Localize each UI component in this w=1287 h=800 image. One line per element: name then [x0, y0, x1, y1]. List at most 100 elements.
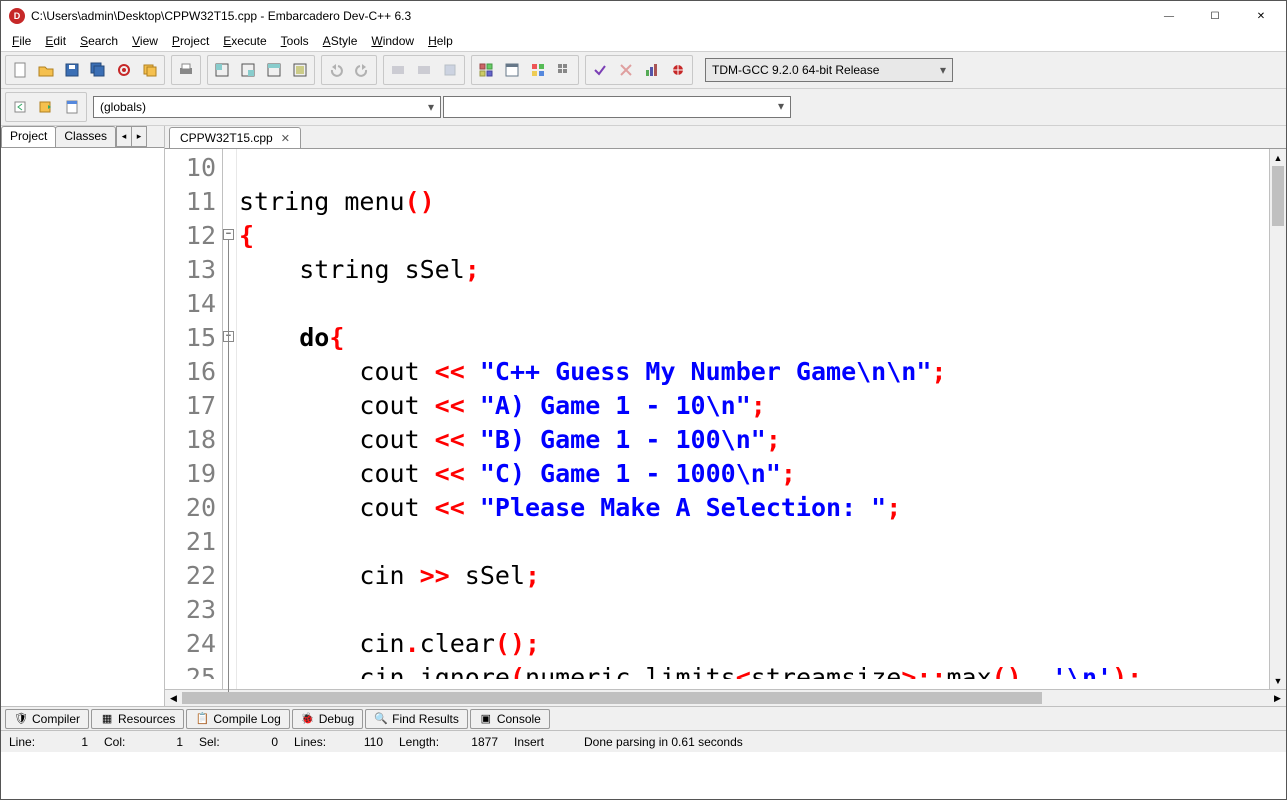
status-line-label: Line:	[9, 735, 35, 749]
save-all-button[interactable]	[85, 57, 111, 83]
bottom-tab-label: Compile Log	[213, 712, 280, 726]
bottom-tab-label: Debug	[319, 712, 354, 726]
member-combo[interactable]	[443, 96, 791, 118]
editor-area: CPPW32T15.cpp ✕ 101112131415161718192021…	[165, 126, 1286, 706]
app-window: D C:\Users\admin\Desktop\CPPW32T15.cpp -…	[0, 0, 1287, 800]
statusbar: Line:1 Col:1 Sel:0 Lines:110 Length:1877…	[1, 730, 1286, 752]
project-options-button[interactable]	[111, 57, 137, 83]
classes-tab[interactable]: Classes	[55, 126, 116, 147]
bottom-tab-compile-log[interactable]: 📋 Compile Log	[186, 709, 289, 729]
undo-button[interactable]	[323, 57, 349, 83]
compiler-select[interactable]: TDM-GCC 9.2.0 64-bit Release	[705, 58, 953, 82]
scroll-thumb[interactable]	[1272, 166, 1284, 226]
menubar: FileEditSearchViewProjectExecuteToolsASt…	[1, 31, 1286, 51]
editor-tab[interactable]: CPPW32T15.cpp ✕	[169, 127, 301, 148]
save-button[interactable]	[59, 57, 85, 83]
tile-button[interactable]	[473, 57, 499, 83]
scroll-right-icon[interactable]: ▶	[1269, 693, 1286, 704]
fold-toggle[interactable]: −	[223, 229, 234, 240]
bottom-tab-find-results[interactable]: 🔍 Find Results	[365, 709, 468, 729]
bookmark-button[interactable]	[59, 94, 85, 120]
bottom-tab-icon: ▦	[100, 712, 114, 726]
menu-astyle[interactable]: AStyle	[316, 32, 365, 50]
stop-button[interactable]	[613, 57, 639, 83]
scroll-up-icon[interactable]: ▲	[1270, 149, 1286, 166]
class-combo[interactable]: (globals)	[93, 96, 441, 118]
menu-help[interactable]: Help	[421, 32, 460, 50]
rebuild-button[interactable]	[287, 57, 313, 83]
replace-button[interactable]	[411, 57, 437, 83]
status-mode: Insert	[514, 735, 544, 749]
close-tab-icon[interactable]: ✕	[281, 132, 290, 145]
scroll-left-icon[interactable]: ◀	[165, 693, 182, 704]
bottom-tab-icon: ▣	[479, 712, 493, 726]
titlebar: D C:\Users\admin\Desktop\CPPW32T15.cpp -…	[1, 1, 1286, 31]
profile-button[interactable]	[639, 57, 665, 83]
check-button[interactable]	[587, 57, 613, 83]
forward-button[interactable]	[33, 94, 59, 120]
code-body[interactable]: string menu(){ string sSel; do{ cout << …	[237, 149, 1269, 689]
bottom-tab-compiler[interactable]: 🛡Compiler	[5, 709, 89, 729]
menu-window[interactable]: Window	[364, 32, 421, 50]
status-sel-label: Sel:	[199, 735, 220, 749]
close-button[interactable]: ✕	[1238, 1, 1284, 31]
open-all-button[interactable]	[137, 57, 163, 83]
bottom-tab-icon: 📋	[195, 712, 209, 726]
run-button[interactable]	[235, 57, 261, 83]
window-list-button[interactable]	[499, 57, 525, 83]
bottom-tab-icon: 🐞	[301, 712, 315, 726]
status-length-value: 1877	[443, 735, 498, 749]
hscroll-thumb[interactable]	[182, 692, 1042, 704]
compile-run-button[interactable]	[261, 57, 287, 83]
menu-tools[interactable]: Tools	[274, 32, 316, 50]
find-button[interactable]	[385, 57, 411, 83]
grid-button[interactable]	[551, 57, 577, 83]
menu-project[interactable]: Project	[165, 32, 216, 50]
status-lines-label: Lines:	[294, 735, 326, 749]
bottom-tabs: 🛡Compiler▦Resources 📋 Compile Log 🐞 Debug 🔍 Fi…	[1, 706, 1286, 730]
vertical-scrollbar[interactable]: ▲ ▼	[1269, 149, 1286, 689]
minimize-button[interactable]: —	[1146, 1, 1192, 31]
blank-area	[1, 752, 1286, 799]
project-tree[interactable]	[1, 147, 164, 706]
maximize-button[interactable]: ☐	[1192, 1, 1238, 31]
open-button[interactable]	[33, 57, 59, 83]
app-icon: D	[9, 8, 25, 24]
status-col-label: Col:	[104, 735, 125, 749]
menu-file[interactable]: File	[5, 32, 38, 50]
side-tab-left[interactable]: ◂	[116, 126, 132, 147]
class-browser-toolbar: (globals)	[1, 89, 1286, 126]
code-editor[interactable]: 10111213141516171819202122232425 −− stri…	[165, 148, 1286, 689]
side-tab-right[interactable]: ▸	[131, 126, 147, 147]
status-line-value: 1	[39, 735, 88, 749]
scroll-down-icon[interactable]: ▼	[1270, 672, 1286, 689]
editor-tab-label: CPPW32T15.cpp	[180, 131, 273, 145]
horizontal-scrollbar[interactable]: ◀ ▶	[165, 689, 1286, 706]
status-lines-value: 110	[330, 735, 383, 749]
bottom-tab-resources[interactable]: ▦Resources	[91, 709, 184, 729]
bottom-tab-label: Find Results	[392, 712, 459, 726]
project-tab[interactable]: Project	[1, 126, 56, 147]
status-col-value: 1	[129, 735, 183, 749]
goto-button[interactable]	[437, 57, 463, 83]
print-button[interactable]	[173, 57, 199, 83]
bottom-tab-console[interactable]: ▣Console	[470, 709, 550, 729]
back-button[interactable]	[7, 94, 33, 120]
main-area: Project Classes ◂ ▸ CPPW32T15.cpp ✕ 1011…	[1, 126, 1286, 706]
debug-button[interactable]	[665, 57, 691, 83]
fold-column[interactable]: −−	[223, 149, 237, 689]
new-file-button[interactable]	[7, 57, 33, 83]
compiler-select-label: TDM-GCC 9.2.0 64-bit Release	[712, 63, 879, 77]
tile-colored-button[interactable]	[525, 57, 551, 83]
menu-execute[interactable]: Execute	[216, 32, 273, 50]
window-controls: — ☐ ✕	[1146, 1, 1284, 31]
redo-button[interactable]	[349, 57, 375, 83]
bottom-tab-icon: 🔍	[374, 712, 388, 726]
menu-search[interactable]: Search	[73, 32, 125, 50]
menu-edit[interactable]: Edit	[38, 32, 73, 50]
main-toolbar: TDM-GCC 9.2.0 64-bit Release	[1, 51, 1286, 89]
line-gutter: 10111213141516171819202122232425	[165, 149, 223, 689]
menu-view[interactable]: View	[125, 32, 165, 50]
compile-button[interactable]	[209, 57, 235, 83]
bottom-tab-debug[interactable]: 🐞 Debug	[292, 709, 363, 729]
